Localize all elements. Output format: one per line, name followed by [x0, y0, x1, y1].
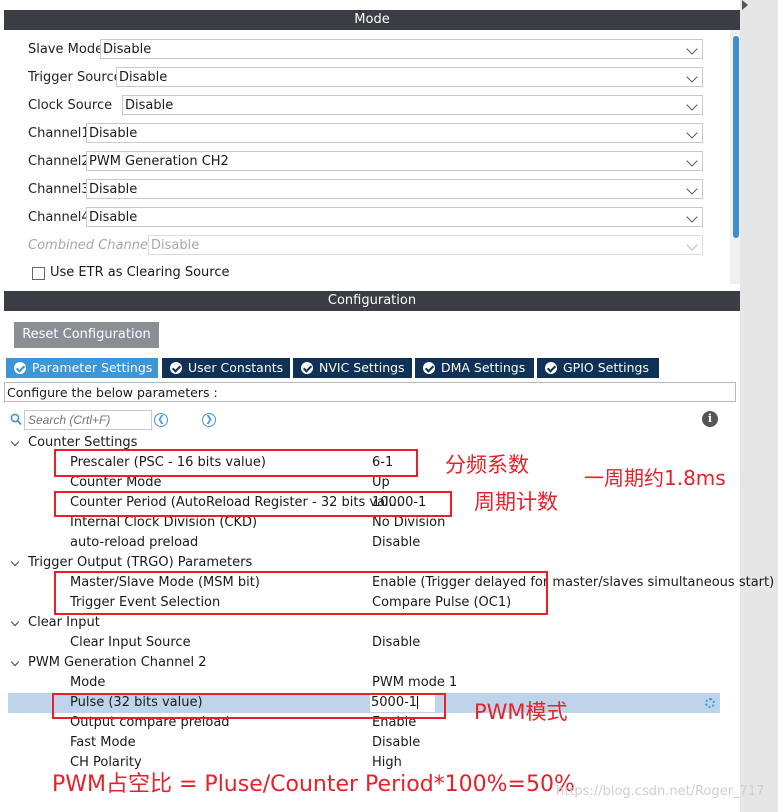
prescaler-note: 分频系数: [445, 453, 529, 477]
expand-caret-icon[interactable]: [10, 437, 20, 447]
etr-checkbox[interactable]: [32, 267, 45, 280]
search-input[interactable]: [24, 410, 152, 430]
next-result-icon[interactable]: ❯: [202, 413, 216, 427]
tab-label: Parameter Settings: [32, 360, 153, 375]
clock-source-select[interactable]: Disable: [122, 95, 703, 115]
slave-mode-select[interactable]: Disable: [100, 39, 703, 59]
channel4-select[interactable]: Disable: [86, 207, 703, 227]
expand-caret-icon[interactable]: [10, 617, 20, 627]
param-value[interactable]: Disable: [372, 733, 420, 753]
info-icon[interactable]: i: [702, 411, 718, 427]
group-label: Trigger Output (TRGO) Parameters: [28, 555, 253, 570]
chevron-down-icon: [686, 239, 698, 251]
period-time-note: 一周期约1.8ms: [584, 466, 726, 490]
counter-period-note: 周期计数: [474, 490, 558, 514]
mode-scroll-thumb[interactable]: [733, 36, 739, 238]
clock-source-label: Clock Source: [28, 98, 113, 113]
param-row[interactable]: Fast Mode Disable: [0, 733, 740, 753]
param-value[interactable]: PWM mode 1: [372, 673, 457, 693]
pwm-mode-note: PWM模式: [474, 700, 568, 724]
group-pwm-generation-channel-2[interactable]: PWM Generation Channel 2: [0, 653, 740, 673]
param-value[interactable]: Disable: [372, 633, 420, 653]
channel2-select[interactable]: PWM Generation CH2: [86, 151, 703, 171]
tab-label: DMA Settings: [441, 360, 526, 375]
channel2-label: Channel2: [28, 154, 90, 169]
search-icon[interactable]: [10, 413, 22, 426]
prescaler-highlight-box: [54, 449, 418, 477]
trigger-highlight-box: [54, 571, 548, 615]
channel3-value: Disable: [89, 182, 138, 197]
combined-channels-label: Combined Channels: [28, 238, 159, 253]
watermark: https://blog.csdn.net/Roger_717: [556, 784, 765, 799]
tab-label: NVIC Settings: [319, 360, 405, 375]
chevron-down-icon: [686, 155, 698, 167]
pulse-highlight-box: [52, 693, 446, 719]
tab-gpio-settings[interactable]: GPIO Settings: [537, 358, 659, 378]
previous-result-icon[interactable]: ❮: [154, 413, 168, 427]
channel3-label: Channel3: [28, 182, 90, 197]
scroll-arrow-icon[interactable]: [742, 0, 748, 10]
check-circle-icon: [301, 362, 313, 374]
tab-user-constants[interactable]: User Constants: [162, 358, 290, 378]
chevron-down-icon: [686, 183, 698, 195]
chevron-down-icon: [686, 71, 698, 83]
slave-mode-value: Disable: [103, 42, 152, 57]
group-label: Clear Input: [28, 615, 100, 630]
configure-instructions: Configure the below parameters :: [4, 382, 736, 402]
tab-label: GPIO Settings: [563, 360, 649, 375]
gear-icon[interactable]: [705, 698, 715, 708]
clock-source-value: Disable: [125, 98, 174, 113]
channel1-select[interactable]: Disable: [86, 123, 703, 143]
param-row[interactable]: Mode PWM mode 1: [0, 673, 740, 693]
outer-scrollbar[interactable]: [740, 0, 778, 812]
param-name: Clear Input Source: [70, 635, 191, 650]
mode-header: Mode: [4, 10, 740, 30]
trigger-source-select[interactable]: Disable: [116, 67, 703, 87]
configuration-header: Configuration: [4, 291, 740, 311]
reset-configuration-button[interactable]: Reset Configuration: [14, 322, 159, 348]
chevron-down-icon: [686, 99, 698, 111]
group-trigger-output[interactable]: Trigger Output (TRGO) Parameters: [0, 553, 740, 573]
combined-channels-select: Disable: [148, 235, 703, 255]
param-name: Fast Mode: [70, 735, 136, 750]
check-circle-icon: [423, 362, 435, 374]
chevron-down-icon: [686, 127, 698, 139]
param-name: auto-reload preload: [70, 535, 199, 550]
tab-nvic-settings[interactable]: NVIC Settings: [293, 358, 412, 378]
tab-parameter-settings[interactable]: Parameter Settings: [6, 358, 158, 378]
slave-mode-label: Slave Mode: [28, 42, 104, 57]
channel4-label: Channel4: [28, 210, 90, 225]
channel1-label: Channel1: [28, 126, 90, 141]
chevron-down-icon: [686, 211, 698, 223]
param-row[interactable]: auto-reload preload Disable: [0, 533, 740, 553]
channel3-select[interactable]: Disable: [86, 179, 703, 199]
duty-cycle-formula: PWM占空比 = Pluse/Counter Period*100%=50%: [52, 772, 575, 797]
expand-caret-icon[interactable]: [10, 557, 20, 567]
period-highlight-box: [54, 491, 452, 517]
trigger-source-label: Trigger Source: [28, 70, 122, 85]
check-circle-icon: [170, 362, 182, 374]
param-row[interactable]: Clear Input Source Disable: [0, 633, 740, 653]
combined-channels-value: Disable: [151, 238, 200, 253]
tab-dma-settings[interactable]: DMA Settings: [415, 358, 534, 378]
expand-caret-icon[interactable]: [10, 657, 20, 667]
param-name: Mode: [70, 675, 106, 690]
channel4-value: Disable: [89, 210, 138, 225]
trigger-source-value: Disable: [119, 70, 168, 85]
chevron-down-icon: [686, 43, 698, 55]
check-circle-icon: [545, 362, 557, 374]
search-row: ❮ ❯ i: [10, 410, 730, 430]
channel2-value: PWM Generation CH2: [89, 154, 229, 169]
group-clear-input[interactable]: Clear Input: [0, 613, 740, 633]
top-strip: [0, 0, 740, 8]
param-value[interactable]: Disable: [372, 533, 420, 553]
etr-label: Use ETR as Clearing Source: [50, 265, 230, 280]
tab-label: User Constants: [188, 360, 284, 375]
check-circle-icon: [14, 362, 26, 374]
group-label: PWM Generation Channel 2: [28, 655, 207, 670]
channel1-value: Disable: [89, 126, 138, 141]
